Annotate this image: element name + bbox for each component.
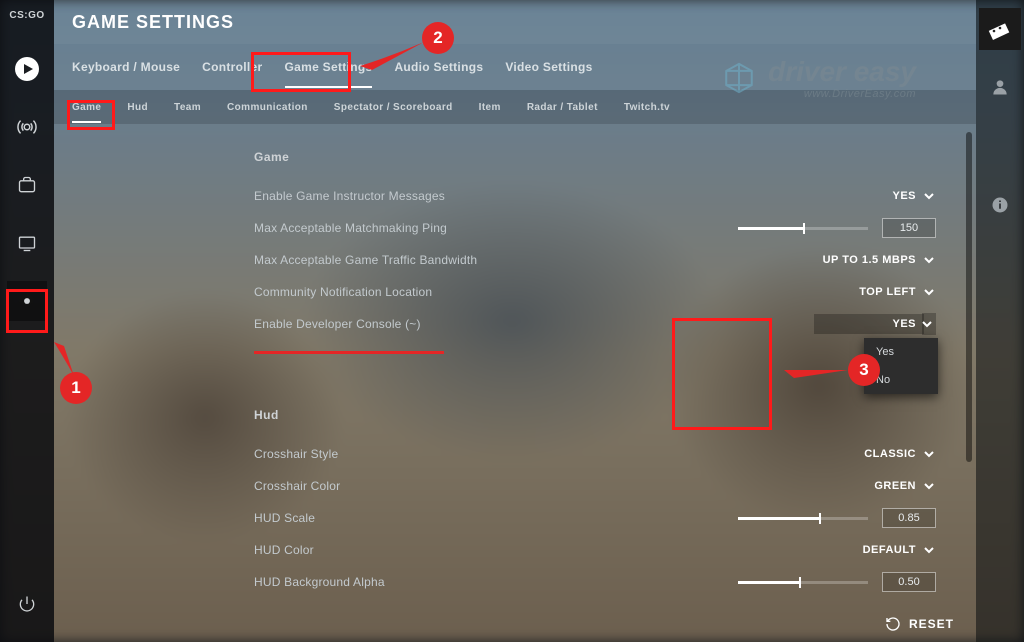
row-ping[interactable]: Max Acceptable Matchmaking Ping 150 (254, 212, 936, 244)
chevron-down-icon (922, 285, 936, 299)
title-bar: GAME SETTINGS (54, 0, 976, 44)
value-hscale[interactable]: 0.85 (882, 508, 936, 528)
slider-halpha[interactable] (738, 581, 868, 584)
label-cstyle: Crosshair Style (254, 447, 812, 461)
info-icon[interactable] (985, 190, 1015, 220)
subtab-communication[interactable]: Communication (227, 92, 308, 123)
chevron-down-icon (922, 447, 936, 461)
tab-controller[interactable]: Controller (202, 46, 262, 88)
row-hud-color[interactable]: HUD Color DEFAULT (254, 534, 936, 566)
callout-2: 2 (422, 22, 454, 54)
main-panel: GAME SETTINGS Keyboard / Mouse Controlle… (54, 0, 976, 642)
scrollbar[interactable] (966, 132, 972, 462)
underline-devcon-label (254, 351, 444, 354)
value-ccolor: GREEN (812, 480, 922, 492)
label-hscale: HUD Scale (254, 511, 738, 525)
value-bandwidth: UP TO 1.5 MBPS (812, 254, 922, 266)
watermark: driver easy www.DriverEasy.com (722, 56, 916, 100)
watermark-url: www.DriverEasy.com (768, 88, 916, 100)
label-halpha: HUD Background Alpha (254, 575, 738, 589)
chevron-down-icon (922, 479, 936, 493)
reset-button[interactable]: RESET (885, 616, 954, 632)
nav-settings-icon[interactable] (7, 281, 47, 321)
chevron-down-icon (922, 253, 936, 267)
row-hud-alpha[interactable]: HUD Background Alpha 0.50 (254, 566, 936, 598)
row-crosshair-color[interactable]: Crosshair Color GREEN (254, 470, 936, 502)
label-bandwidth: Max Acceptable Game Traffic Bandwidth (254, 253, 812, 267)
subtab-game[interactable]: Game (72, 92, 101, 123)
right-sidebar (976, 0, 1024, 642)
value-hcolor: DEFAULT (812, 544, 922, 556)
subtab-spectator[interactable]: Spectator / Scoreboard (334, 92, 453, 123)
label-instructor: Enable Game Instructor Messages (254, 189, 812, 203)
page-title: GAME SETTINGS (72, 12, 234, 33)
value-cstyle: CLASSIC (812, 448, 922, 460)
value-notification: TOP LEFT (812, 286, 922, 298)
avatar[interactable] (979, 8, 1021, 50)
row-notification[interactable]: Community Notification Location TOP LEFT (254, 276, 936, 308)
section-title-hud: Hud (254, 408, 936, 422)
subtab-item[interactable]: Item (479, 92, 501, 123)
callout-3: 3 (848, 354, 880, 386)
label-ccolor: Crosshair Color (254, 479, 812, 493)
row-hud-scale[interactable]: HUD Scale 0.85 (254, 502, 936, 534)
nav-play-icon[interactable] (7, 49, 47, 89)
row-instructor[interactable]: Enable Game Instructor Messages YES (254, 180, 936, 212)
arrow-2 (352, 38, 428, 77)
value-halpha[interactable]: 0.50 (882, 572, 936, 592)
subtab-radar[interactable]: Radar / Tablet (527, 92, 598, 123)
subtab-hud[interactable]: Hud (127, 92, 148, 123)
chevron-down-icon (922, 543, 936, 557)
chevron-down-icon (922, 313, 936, 335)
reset-label: RESET (909, 617, 954, 631)
watermark-brand: driver easy (768, 56, 916, 87)
callout-1: 1 (60, 372, 92, 404)
arrow-3 (776, 358, 852, 389)
tab-video-settings[interactable]: Video Settings (505, 46, 592, 88)
value-devcon: YES (814, 314, 924, 334)
row-crosshair-style[interactable]: Crosshair Style CLASSIC (254, 438, 936, 470)
label-ping: Max Acceptable Matchmaking Ping (254, 221, 738, 235)
left-sidebar: CS:GO (0, 0, 54, 642)
label-devcon: Enable Developer Console (~) (254, 317, 814, 331)
label-hcolor: HUD Color (254, 543, 812, 557)
tab-keyboard-mouse[interactable]: Keyboard / Mouse (72, 46, 180, 88)
friends-icon[interactable] (985, 72, 1015, 102)
row-bandwidth[interactable]: Max Acceptable Game Traffic Bandwidth UP… (254, 244, 936, 276)
nav-broadcast-icon[interactable] (7, 107, 47, 147)
value-instructor: YES (812, 190, 922, 202)
slider-hscale[interactable] (738, 517, 868, 520)
nav-watch-icon[interactable] (7, 223, 47, 263)
subtab-twitch[interactable]: Twitch.tv (624, 92, 670, 123)
label-notification: Community Notification Location (254, 285, 812, 299)
section-title-game: Game (254, 150, 936, 164)
nav-inventory-icon[interactable] (7, 165, 47, 205)
csgo-logo: CS:GO (9, 10, 44, 21)
nav-power-icon[interactable] (7, 584, 47, 624)
subtab-team[interactable]: Team (174, 92, 201, 123)
row-developer-console[interactable]: Enable Developer Console (~) YES Yes No (254, 308, 936, 340)
chevron-down-icon (922, 189, 936, 203)
value-ping[interactable]: 150 (882, 218, 936, 238)
slider-ping[interactable] (738, 227, 868, 230)
